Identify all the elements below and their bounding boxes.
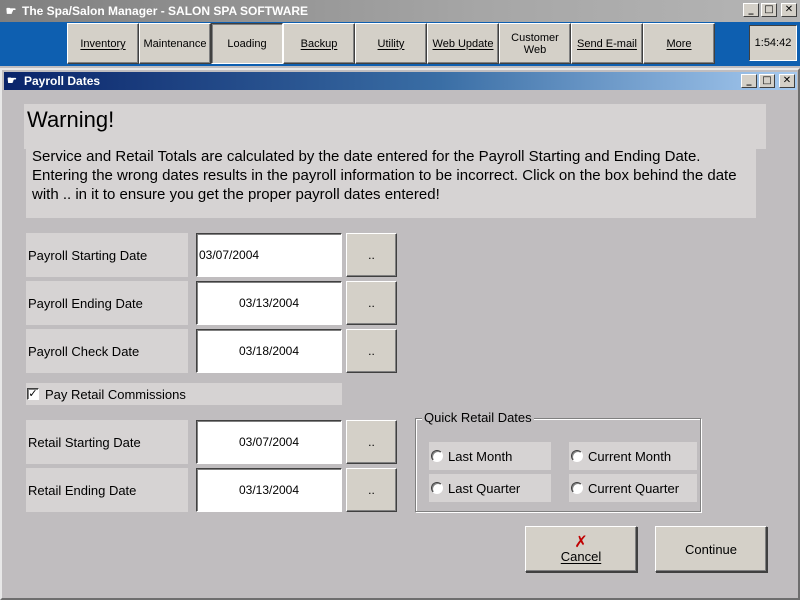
cancel-label: Cancel [560,548,602,564]
retail-start-label: Retail Starting Date [26,420,188,464]
radio-circle-icon[interactable] [431,450,443,462]
app-window-controls: _ □ ✕ [743,3,797,17]
payroll-start-date-field[interactable]: 03/07/2004 [196,233,342,277]
radio-last-month[interactable]: Last Month [429,442,551,470]
retail-end-picker-button[interactable]: .. [346,468,397,512]
pay-retail-commissions-checkbox[interactable]: ✓ [27,388,39,400]
window-minimize-button[interactable]: _ [741,74,757,88]
cancel-button[interactable]: ✗ Cancel [525,526,637,572]
warning-heading: Warning! [24,104,766,149]
payroll-end-picker-button[interactable]: .. [346,281,397,325]
window-controls: _ □ ✕ [741,74,795,88]
radio-circle-icon[interactable] [571,450,583,462]
window-maximize-button[interactable]: □ [759,74,775,88]
toolbar-more-button[interactable]: More [643,23,715,64]
toolbar-send-email-button[interactable]: Send E-mail [571,23,643,64]
payroll-check-date-field[interactable]: 03/18/2004 [196,329,342,373]
payroll-check-picker-button[interactable]: .. [346,329,397,373]
toolbar-backup-button[interactable]: Backup [283,23,355,64]
clock-display: 1:54:42 [749,25,797,61]
window-close-button[interactable]: ✕ [779,74,795,88]
pointing-hand-icon: ☛ [7,75,17,87]
toolbar-utility-button[interactable]: Utility [355,23,427,64]
radio-circle-icon[interactable] [431,482,443,494]
pay-retail-commissions-label: Pay Retail Commissions [45,386,186,402]
app-title: The Spa/Salon Manager - SALON SPA SOFTWA… [22,4,309,18]
payroll-end-date-field[interactable]: 03/13/2004 [196,281,342,325]
close-button[interactable]: ✕ [781,3,797,17]
radio-last-quarter[interactable]: Last Quarter [429,474,551,502]
toolbar-inventory-button[interactable]: Inventory [67,23,139,64]
toolbar-web-update-button[interactable]: Web Update [427,23,499,64]
pay-retail-commissions-row[interactable]: ✓ Pay Retail Commissions [26,383,342,405]
toolbar-loading-button[interactable]: Loading [211,23,283,64]
warning-message: Service and Retail Totals are calculated… [26,146,756,218]
continue-button[interactable]: Continue [655,526,767,572]
minimize-button[interactable]: _ [743,3,759,17]
pointing-hand-icon: ☛ [5,4,17,18]
quick-retail-dates-legend: Quick Retail Dates [422,410,534,425]
retail-end-label: Retail Ending Date [26,468,188,512]
retail-start-picker-button[interactable]: .. [346,420,397,464]
payroll-start-label: Payroll Starting Date [26,233,188,277]
app-titlebar: ☛ The Spa/Salon Manager - SALON SPA SOFT… [0,0,800,22]
window-titlebar: ☛ Payroll Dates _ □ ✕ [4,72,797,90]
retail-end-date-field[interactable]: 03/13/2004 [196,468,342,512]
radio-current-quarter[interactable]: Current Quarter [569,474,697,502]
red-x-icon: ✗ [574,531,588,551]
retail-start-date-field[interactable]: 03/07/2004 [196,420,342,464]
continue-label: Continue [684,541,738,557]
toolbar-customer-web-button[interactable]: Customer Web [499,23,571,64]
payroll-end-label: Payroll Ending Date [26,281,188,325]
radio-current-month[interactable]: Current Month [569,442,697,470]
window-title: Payroll Dates [24,74,101,88]
payroll-start-picker-button[interactable]: .. [346,233,397,277]
maximize-button[interactable]: □ [761,3,777,17]
radio-circle-icon[interactable] [571,482,583,494]
toolbar-maintenance-button[interactable]: Maintenance [139,23,211,64]
main-toolbar: Inventory Maintenance Loading Backup Uti… [0,22,800,66]
payroll-check-label: Payroll Check Date [26,329,188,373]
